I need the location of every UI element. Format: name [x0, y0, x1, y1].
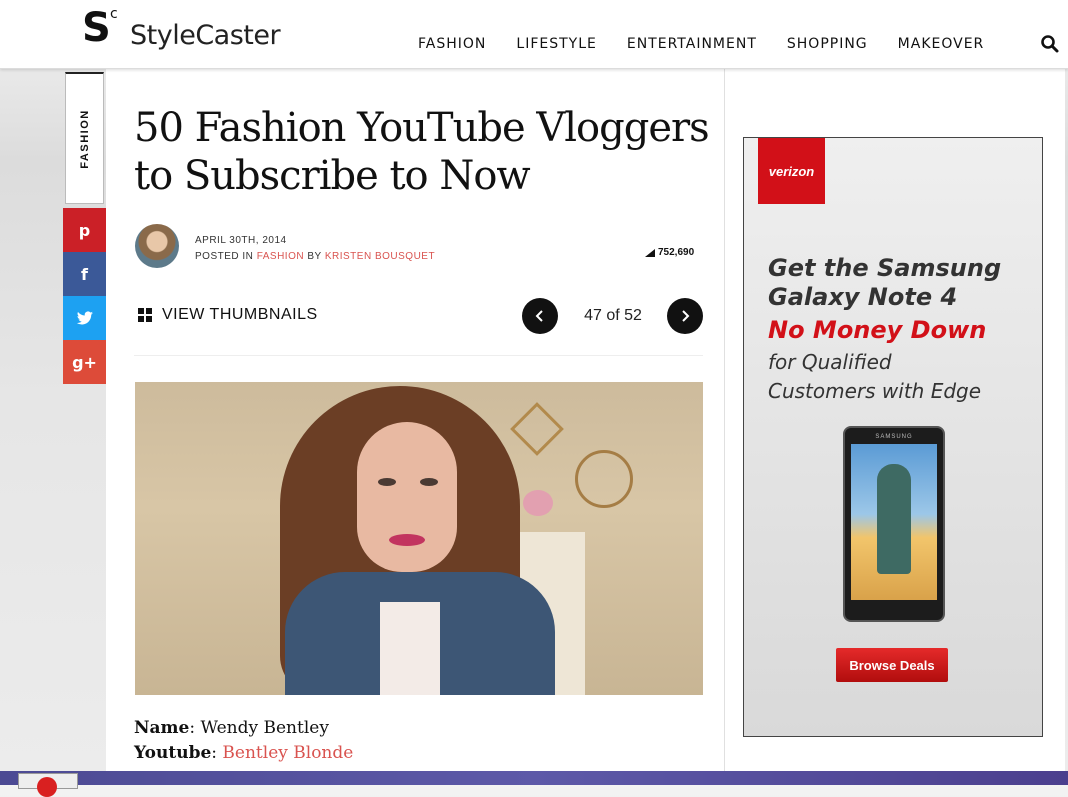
view-count: 752,690 [645, 247, 694, 258]
category-tag[interactable]: FASHION [65, 72, 104, 204]
chart-bars-icon [645, 248, 655, 257]
ad-headline-1: Get the Samsung [768, 254, 1002, 282]
slide-photo[interactable] [135, 382, 703, 695]
os-taskbar [0, 771, 1068, 797]
photo-person-face [357, 422, 457, 572]
main-nav: FASHION LIFESTYLE ENTERTAINMENT SHOPPING… [418, 36, 1014, 52]
photo-lips [389, 534, 425, 546]
photo-eye-right [420, 478, 438, 486]
category-tag-label: FASHION [78, 108, 91, 169]
phone-brand: SAMSUNG [875, 434, 913, 440]
name-value: Wendy Bentley [200, 718, 329, 738]
chevron-left-icon [535, 310, 543, 322]
by-label: BY [307, 251, 322, 262]
site-logo[interactable]: S c StyleCaster [82, 6, 281, 52]
view-thumbnails-label: VIEW THUMBNAILS [162, 306, 318, 323]
nav-lifestyle[interactable]: LIFESTYLE [516, 36, 596, 52]
logo-mark-letter: S [82, 5, 111, 51]
prev-slide-button[interactable] [522, 298, 558, 334]
ad-subline-2: Customers with Edge [768, 379, 982, 403]
google-plus-icon: g+ [72, 352, 97, 372]
category-link[interactable]: FASHION [257, 251, 304, 262]
article-date: APRIL 30TH, 2014 [195, 235, 287, 246]
nav-shopping[interactable]: SHOPPING [787, 36, 868, 52]
verizon-logo: verizon [758, 138, 825, 204]
ad-phone-image: SAMSUNG [843, 426, 945, 622]
view-thumbnails-button[interactable]: VIEW THUMBNAILS [138, 306, 318, 324]
app-icon [37, 777, 57, 797]
article-meta: APRIL 30TH, 2014 POSTED IN FASHION BY KR… [195, 233, 435, 265]
logo-text: StyleCaster [130, 19, 281, 51]
google-plus-share-button[interactable]: g+ [63, 340, 106, 384]
name-label: Name [134, 718, 190, 738]
author-link[interactable]: KRISTEN BOUSQUET [325, 251, 435, 262]
photo-wall-decor [510, 402, 564, 456]
twitter-icon [76, 310, 93, 324]
divider [134, 355, 703, 356]
ad-headline-2: Galaxy Note 4 [768, 283, 958, 311]
browse-deals-button[interactable]: Browse Deals [836, 648, 948, 682]
ad-headline-3: No Money Down [768, 316, 987, 344]
search-icon[interactable] [1040, 34, 1060, 54]
nav-fashion[interactable]: FASHION [418, 36, 486, 52]
nav-entertainment[interactable]: ENTERTAINMENT [627, 36, 757, 52]
verizon-ad[interactable]: verizon Get the Samsung Galaxy Note 4 No… [743, 137, 1043, 737]
share-rail: FASHION p f g+ [63, 70, 106, 384]
grid-icon [138, 307, 152, 322]
facebook-icon: f [81, 264, 88, 284]
view-count-value: 752,690 [658, 247, 695, 258]
nav-makeover[interactable]: MAKEOVER [898, 36, 985, 52]
pinterest-share-button[interactable]: p [63, 208, 106, 252]
logo-mark-sup: c [110, 6, 118, 22]
youtube-link[interactable]: Bentley Blonde [222, 743, 353, 763]
youtube-label: Youtube [134, 743, 212, 763]
chevron-right-icon [682, 310, 690, 322]
facebook-share-button[interactable]: f [63, 252, 106, 296]
photo-wall-decor-round [575, 450, 633, 508]
taskbar-button[interactable] [18, 773, 78, 797]
posted-in-label: POSTED IN [195, 251, 254, 262]
next-slide-button[interactable] [667, 298, 703, 334]
photo-person-shirt [380, 602, 440, 695]
photo-eye-left [378, 478, 396, 486]
photo-flowers [523, 490, 553, 516]
article-title: 50 Fashion YouTube Vloggers to Subscribe… [134, 105, 710, 199]
phone-screen [851, 444, 937, 600]
name-row: Name: Wendy Bentley [134, 718, 329, 738]
youtube-row: Youtube: Bentley Blonde [134, 743, 354, 763]
site-header: S c StyleCaster FASHION LIFESTYLE ENTERT… [0, 0, 1068, 69]
ad-subline-1: for Qualified [768, 350, 892, 374]
pinterest-icon: p [78, 220, 91, 240]
phone-screen-figure [877, 464, 911, 574]
logo-mark: S c [82, 6, 126, 52]
slide-info: Name: Wendy Bentley Youtube: Bentley Blo… [134, 716, 353, 766]
slide-counter: 47 of 52 [584, 307, 642, 324]
author-avatar[interactable] [135, 224, 179, 268]
posted-in-line: POSTED IN FASHION BY KRISTEN BOUSQUET [195, 249, 435, 265]
twitter-share-button[interactable] [63, 296, 106, 340]
